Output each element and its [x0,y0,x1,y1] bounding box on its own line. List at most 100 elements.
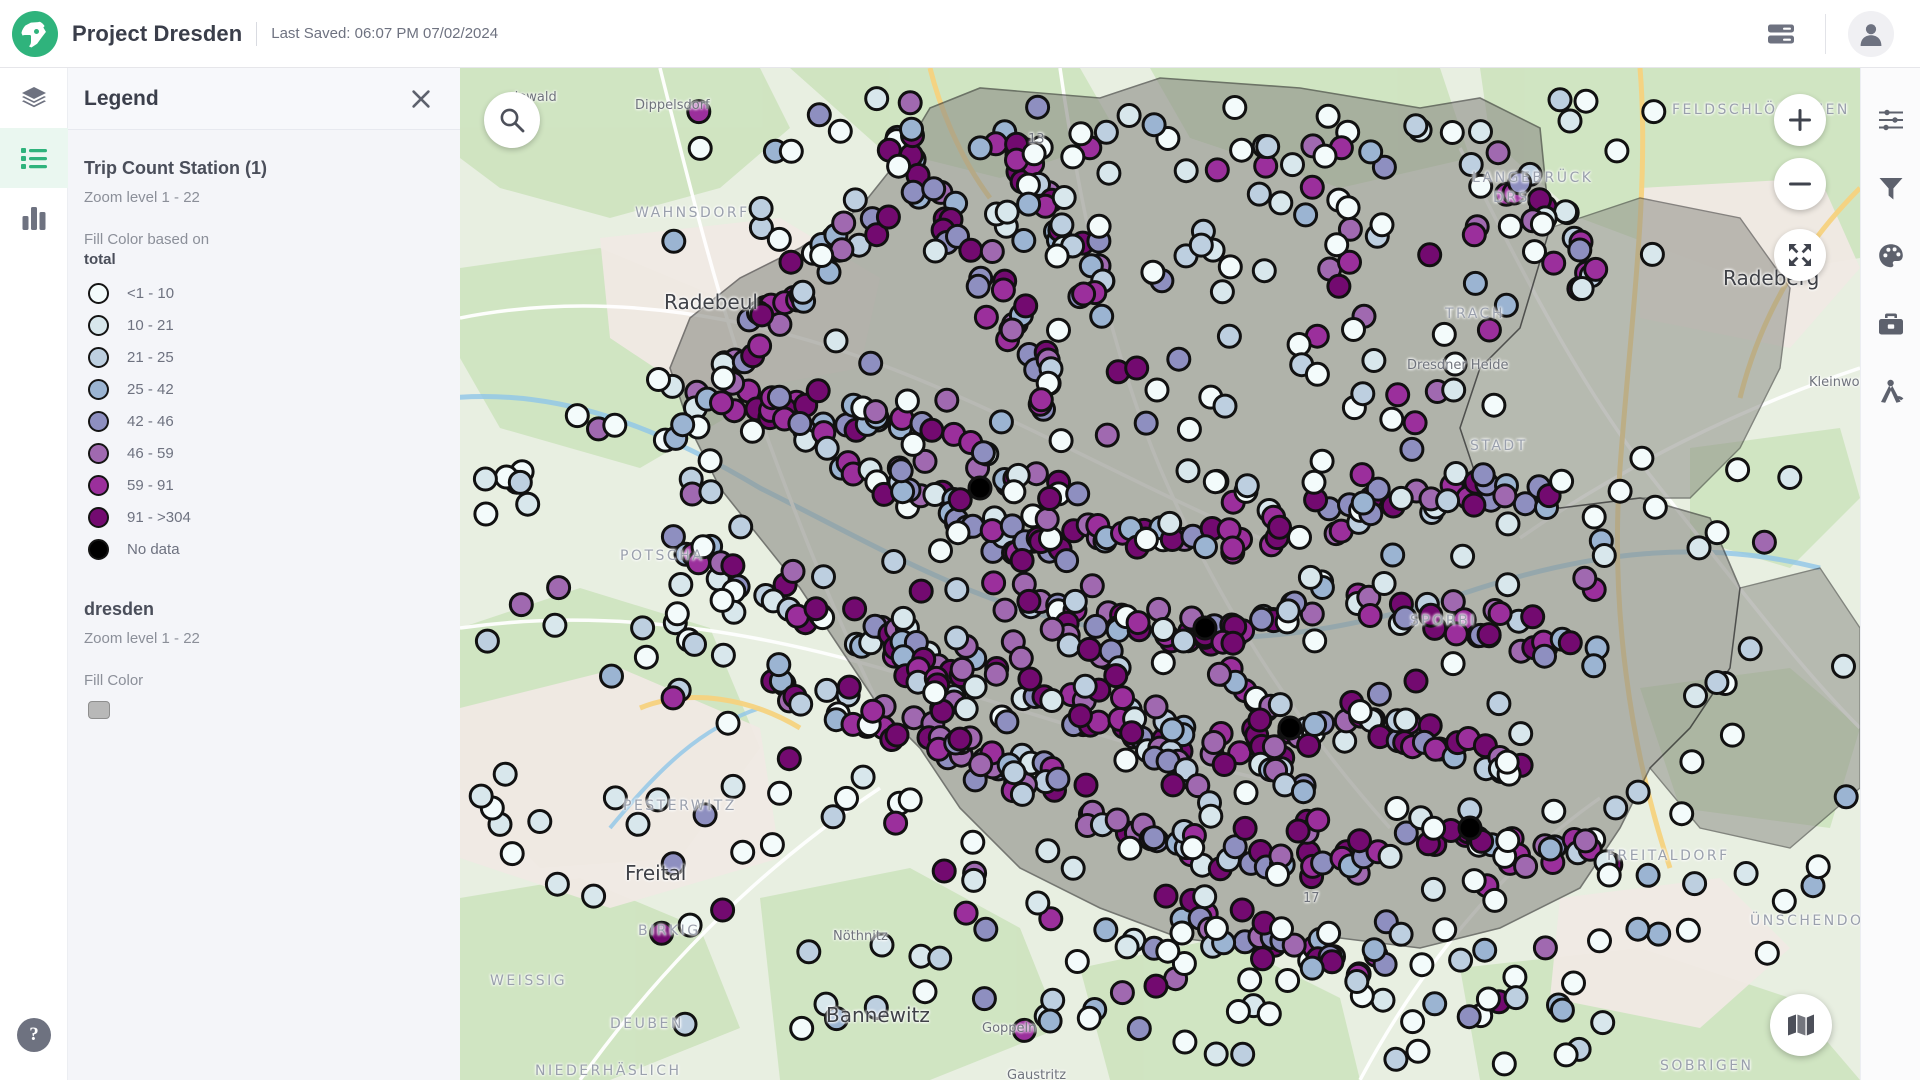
station-point[interactable] [900,179,926,205]
station-point[interactable] [1093,119,1119,145]
station-point[interactable] [1520,604,1546,630]
station-point[interactable] [1302,712,1328,737]
station-point[interactable] [1403,668,1429,694]
station-point[interactable] [1039,688,1065,713]
station-point[interactable] [919,417,945,443]
station-point[interactable] [1456,1004,1482,1030]
station-point[interactable] [1507,170,1533,196]
station-point[interactable] [796,939,822,965]
station-point[interactable] [1607,478,1633,504]
station-point[interactable] [720,553,746,579]
contract-arrows-icon[interactable] [1774,229,1826,281]
station-point[interactable] [908,578,934,604]
station-point[interactable] [1442,351,1468,377]
station-point[interactable] [499,841,525,867]
station-point[interactable] [803,596,829,622]
station-point[interactable] [1037,1008,1063,1034]
station-point[interactable] [1076,1005,1102,1031]
station-point[interactable] [1044,243,1070,269]
station-point[interactable] [1458,152,1484,177]
station-point[interactable] [1349,462,1375,488]
station-point[interactable] [602,412,628,438]
station-point[interactable] [1293,202,1319,228]
station-point[interactable] [789,1015,815,1041]
station-point[interactable] [890,479,916,505]
station-point[interactable] [1541,798,1567,824]
station-point[interactable] [1072,673,1098,699]
station-point[interactable] [710,897,736,923]
station-point[interactable] [492,761,518,787]
station-point[interactable] [686,99,712,125]
station-point[interactable] [1175,458,1201,484]
station-point[interactable] [1392,605,1418,631]
station-point[interactable] [834,785,859,811]
sliders-icon[interactable] [1861,86,1920,154]
station-point[interactable] [508,592,534,618]
station-point[interactable] [1237,967,1263,993]
station-point[interactable] [1009,781,1035,807]
station-point[interactable] [1025,94,1051,120]
station-point[interactable] [960,829,986,855]
station-point[interactable] [999,317,1025,343]
station-point[interactable] [1267,692,1293,718]
station-point[interactable] [1492,483,1518,509]
station-point[interactable] [1280,152,1305,178]
station-point[interactable] [1064,949,1090,974]
station-point[interactable] [1296,732,1322,758]
station-point[interactable] [664,601,690,627]
station-point[interactable] [1301,469,1327,495]
station-point[interactable] [1476,622,1502,648]
station-point[interactable] [1468,173,1494,199]
station-point[interactable] [1312,143,1338,169]
station-point[interactable] [1143,973,1169,999]
compass-draft-icon[interactable] [1861,358,1920,426]
station-point[interactable] [1494,749,1520,775]
station-point[interactable] [1277,715,1303,741]
station-point[interactable] [1119,720,1145,746]
station-point[interactable] [973,916,999,942]
station-point[interactable] [1103,663,1129,689]
station-point[interactable] [690,534,716,560]
station-point[interactable] [1201,730,1227,755]
station-point[interactable] [1021,141,1047,167]
station-point[interactable] [1581,504,1607,530]
zoom-out-button[interactable] [1774,158,1826,210]
station-point[interactable] [884,722,910,748]
station-point[interactable] [842,187,868,213]
station-point[interactable] [1567,237,1593,263]
station-point[interactable] [1150,617,1176,642]
station-point[interactable] [1431,321,1457,347]
station-point[interactable] [1377,843,1403,869]
station-point[interactable] [1229,897,1255,923]
station-point[interactable] [979,239,1005,264]
station-point[interactable] [1704,520,1730,546]
station-point[interactable] [790,279,816,305]
station-point[interactable] [1051,185,1077,210]
station-point[interactable] [1591,543,1617,568]
station-point[interactable] [953,696,979,722]
station-point[interactable] [1025,890,1051,916]
station-point[interactable] [968,752,994,778]
station-point[interactable] [748,196,774,221]
station-point[interactable] [1035,838,1061,864]
station-point[interactable] [1180,835,1206,861]
station-point[interactable] [1008,645,1034,671]
station-point[interactable] [1481,392,1507,418]
station-point[interactable] [1461,492,1487,518]
station-point[interactable] [1076,636,1102,662]
map-canvas[interactable]: Dippelsdorf dewald WAHNSDORF Radebeul FELDSC… [460,68,1860,1080]
station-point[interactable] [860,698,886,724]
station-point[interactable] [1537,836,1563,862]
toolbox-icon[interactable] [1861,290,1920,358]
station-point[interactable] [1275,968,1301,993]
station-point[interactable] [1016,191,1042,217]
station-point[interactable] [1603,795,1629,821]
station-point[interactable] [1171,628,1196,654]
station-point[interactable] [1261,734,1287,760]
station-point[interactable] [1553,199,1579,225]
map-fold-icon[interactable] [1770,994,1832,1056]
station-point[interactable] [1247,707,1273,733]
station-point[interactable] [881,549,907,574]
station-point[interactable] [1073,772,1099,798]
station-point[interactable] [472,466,498,492]
